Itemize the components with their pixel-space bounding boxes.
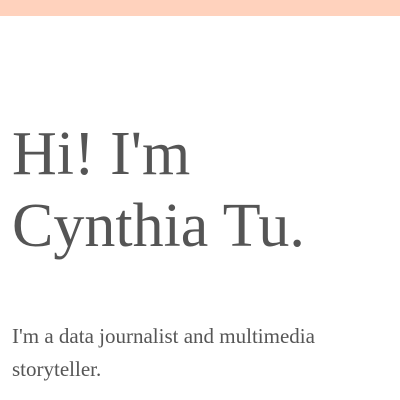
hero-title-line-1: Hi! I'm bbox=[12, 120, 191, 188]
hero-subtitle-line-2: storyteller. bbox=[12, 357, 102, 381]
hero-subtitle-line-1: I'm a data journalist and multimedia bbox=[12, 324, 315, 348]
hero-title-line-2: Cynthia Tu. bbox=[12, 192, 305, 260]
hero-section: Hi! I'm Cynthia Tu. I'm a data journalis… bbox=[12, 118, 392, 386]
top-accent-bar bbox=[0, 0, 400, 16]
hero-subtitle: I'm a data journalist and multimedia sto… bbox=[12, 320, 392, 386]
hero-title: Hi! I'm Cynthia Tu. bbox=[12, 118, 392, 262]
